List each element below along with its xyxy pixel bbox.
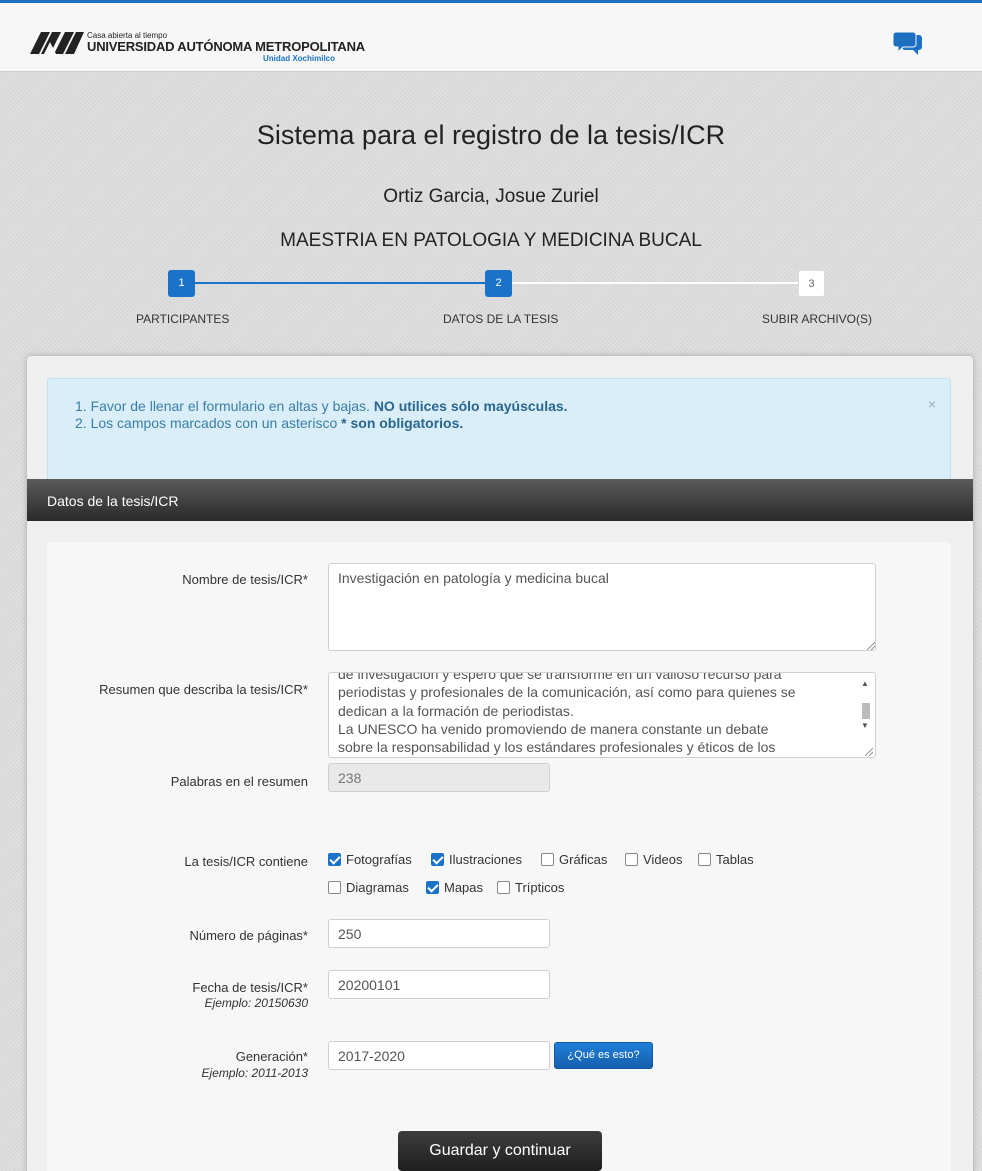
checkbox-videos[interactable]: Videos — [625, 852, 683, 867]
section-title: Datos de la tesis/ICR — [47, 493, 179, 509]
word-count-field — [328, 763, 550, 792]
checkbox-label: Mapas — [444, 880, 484, 895]
generation-hint: Ejemplo: 2011-2013 — [201, 1066, 308, 1080]
pages-input[interactable] — [328, 919, 550, 948]
thesis-name-label: Nombre de tesis/ICR* — [182, 572, 308, 587]
checkbox-label: Tablas — [716, 852, 754, 867]
scroll-thumb[interactable] — [862, 703, 870, 719]
checkbox-box[interactable] — [698, 853, 711, 866]
student-name: Ortiz Garcia, Josue Zuriel — [383, 186, 599, 207]
info-alert: 1. Favor de llenar el formulario en alta… — [47, 378, 951, 484]
checkbox-label: Videos — [643, 852, 683, 867]
checkbox-box[interactable] — [426, 881, 439, 894]
summary-scrollbar[interactable]: ▲ ▼ — [859, 675, 873, 733]
date-hint: Ejemplo: 20150630 — [204, 996, 308, 1010]
alert-line-2: 2. Los campos marcados con un asterisco … — [75, 415, 464, 431]
checkbox-mapas[interactable]: Mapas — [426, 880, 483, 895]
program-name: MAESTRIA EN PATOLOGIA Y MEDICINA BUCAL — [280, 230, 702, 251]
chat-bubbles-icon[interactable] — [893, 31, 923, 57]
pages-label: Número de páginas* — [189, 928, 308, 943]
checkbox-label: Ilustraciones — [449, 852, 522, 867]
word-count-label: Palabras en el resumen — [170, 774, 308, 789]
uam-emblem-icon — [30, 32, 84, 54]
checkbox-box[interactable] — [328, 881, 341, 894]
step-1-label: PARTICIPANTES — [136, 312, 230, 326]
scroll-down-icon[interactable]: ▼ — [861, 721, 869, 730]
summary-textarea[interactable]: de investigación y espero que se transfo… — [328, 672, 876, 758]
checkbox-box[interactable] — [541, 853, 554, 866]
step-3-marker[interactable]: 3 — [798, 270, 825, 297]
close-icon[interactable]: × — [928, 396, 936, 412]
summary-text: de investigación y espero que se transfo… — [338, 672, 796, 756]
checkbox-label: Diagramas — [346, 880, 409, 895]
thesis-name-input[interactable] — [328, 563, 876, 651]
step-1-marker[interactable]: 1 — [168, 270, 195, 297]
checkbox-box[interactable] — [497, 881, 510, 894]
checkbox-tablas[interactable]: Tablas — [698, 852, 754, 867]
stepper-line-pending — [512, 282, 798, 284]
page-title: Sistema para el registro de la tesis/ICR — [256, 120, 726, 150]
checkbox-label: Trípticos — [515, 880, 565, 895]
scroll-up-icon[interactable]: ▲ — [861, 679, 869, 688]
checkbox-fotografias[interactable]: Fotografías — [328, 852, 412, 867]
checkbox-ilustraciones[interactable]: Ilustraciones — [431, 852, 522, 867]
generation-input[interactable] — [328, 1041, 550, 1070]
step-3-label: SUBIR ARCHIVO(S) — [762, 312, 873, 326]
generation-label: Generación* — [235, 1049, 308, 1064]
save-continue-button[interactable]: Guardar y continuar — [398, 1131, 602, 1171]
logo-university: UNIVERSIDAD AUTÓNOMA METROPOLITANA — [87, 39, 365, 54]
alert-emphasis-2: * son obligatorios. — [341, 415, 464, 431]
date-label: Fecha de tesis/ICR* — [192, 980, 308, 995]
logo-unit: Unidad Xochimilco — [263, 54, 336, 63]
checkbox-label: Gráficas — [559, 852, 608, 867]
contains-label: La tesis/ICR contiene — [184, 854, 308, 869]
section-header: Datos de la tesis/ICR — [27, 479, 973, 521]
step-2-label: DATOS DE LA TESIS — [443, 312, 559, 326]
step-2-marker[interactable]: 2 — [485, 270, 512, 297]
checkbox-tripticos[interactable]: Trípticos — [497, 880, 564, 895]
summary-label: Resumen que describa la tesis/ICR* — [99, 682, 308, 697]
date-input[interactable] — [328, 970, 550, 999]
what-is-this-button[interactable]: ¿Qué es esto? — [554, 1042, 653, 1069]
checkbox-box[interactable] — [625, 853, 638, 866]
top-bar: Casa abierta al tiempo UNIVERSIDAD AUTÓN… — [0, 0, 982, 72]
alert-line-1: 1. Favor de llenar el formulario en alta… — [75, 398, 568, 414]
stepper-line-completed — [195, 282, 485, 284]
alert-emphasis-1: NO utilices sólo mayúsculas. — [373, 398, 568, 414]
resize-handle-icon[interactable] — [867, 642, 875, 650]
checkbox-label: Fotografías — [346, 852, 412, 867]
checkbox-box[interactable] — [431, 853, 444, 866]
resize-handle-icon[interactable] — [865, 748, 873, 756]
checkbox-diagramas[interactable]: Diagramas — [328, 880, 409, 895]
checkbox-graficas[interactable]: Gráficas — [541, 852, 607, 867]
checkbox-box[interactable] — [328, 853, 341, 866]
